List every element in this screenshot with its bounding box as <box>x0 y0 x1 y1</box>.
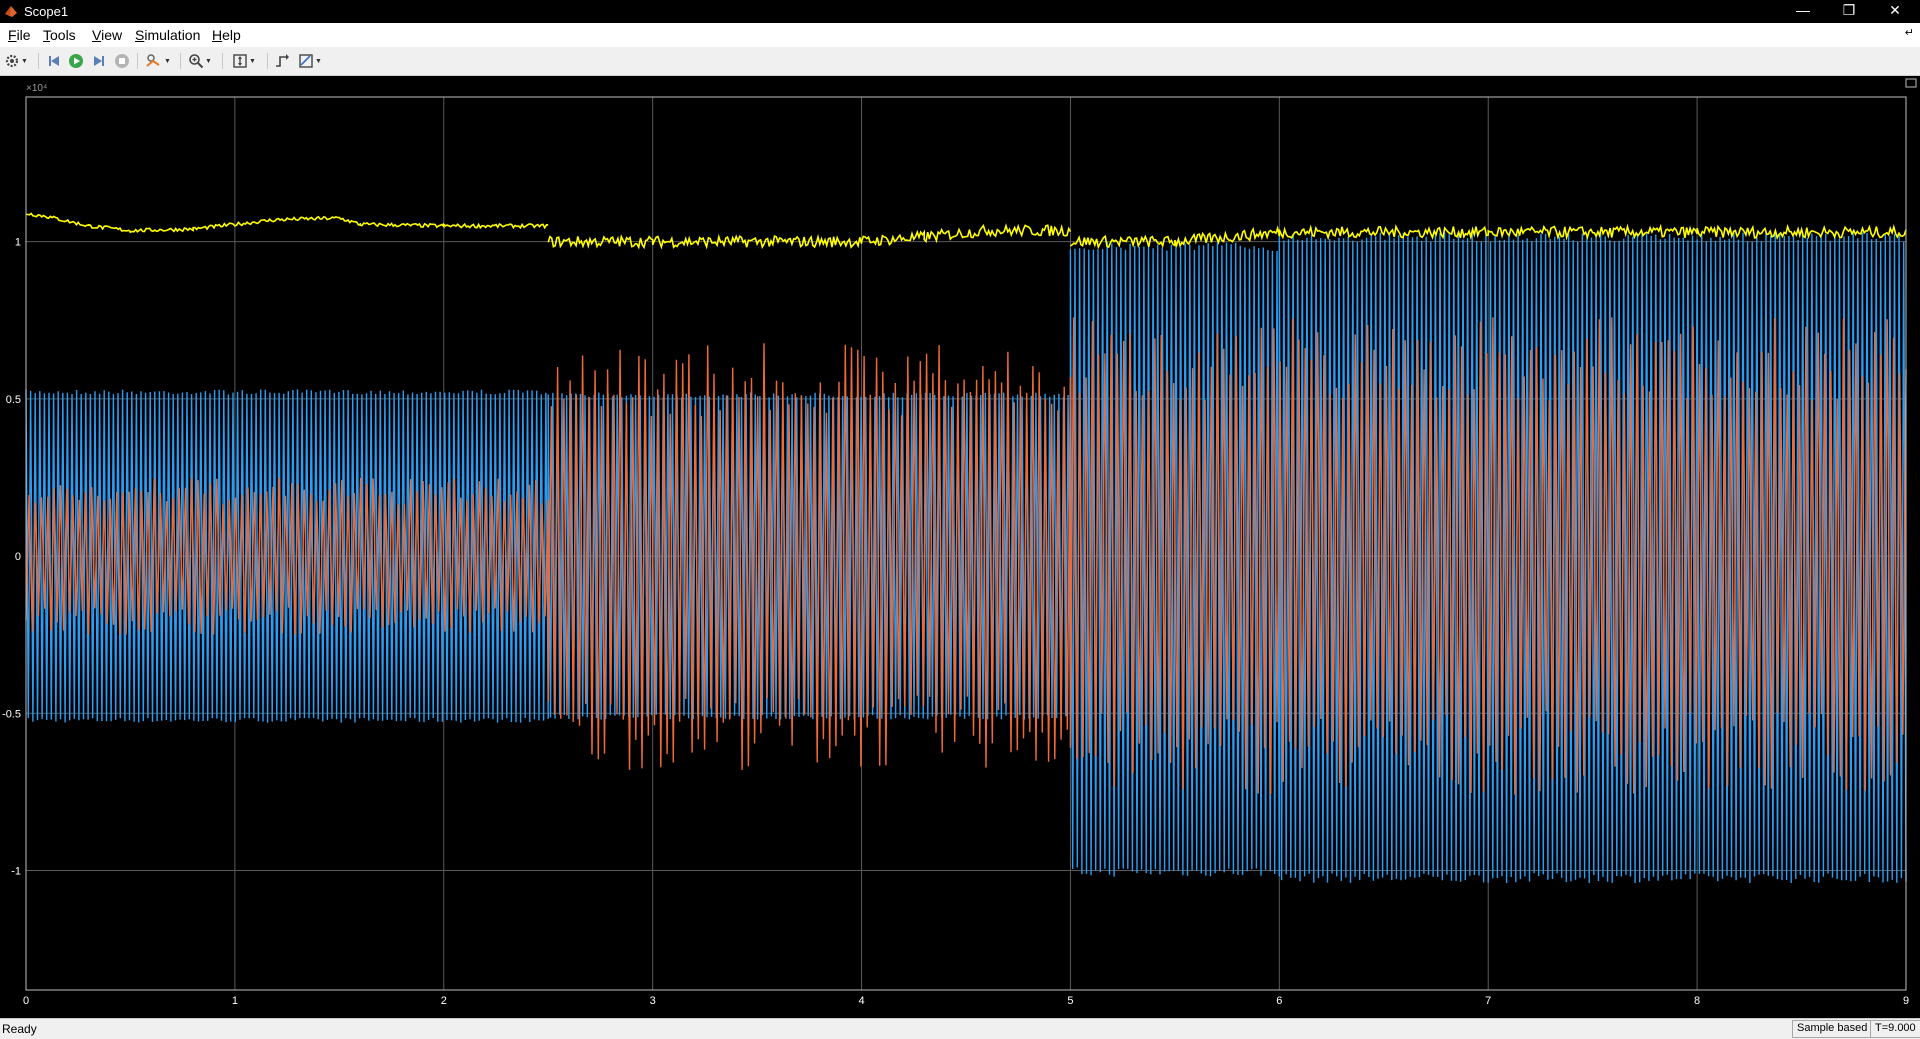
toolbar: ▼ ▼ ▼ ▼ ▼ <box>0 47 1920 76</box>
close-button[interactable]: ✕ <box>1872 0 1918 23</box>
dock-arrow-icon[interactable]: ↵ <box>1905 26 1914 39</box>
menu-tools[interactable]: Tools <box>43 27 76 43</box>
scope-display[interactable]: 0 1 2 3 4 5 6 7 8 9 1 0.5 0 -0.5 -1 ×10⁴ <box>0 76 1920 1018</box>
status-bar: Ready Sample based T=9.000 <box>0 1018 1920 1039</box>
run-button[interactable] <box>68 51 84 71</box>
menu-help[interactable]: Help <box>212 27 241 43</box>
undock-axes-icon[interactable] <box>1905 78 1917 88</box>
series-line-yellow-seg-0 <box>25 212 549 234</box>
stop-button[interactable] <box>114 51 130 71</box>
x-tick-label: 9 <box>1903 995 1909 1007</box>
x-tick-label: 5 <box>1067 995 1073 1007</box>
simulation-time: T=9.000 <box>1870 1020 1920 1038</box>
run-icon <box>69 54 83 68</box>
highlight-icon <box>146 54 160 67</box>
triggers-button[interactable] <box>274 51 290 71</box>
menu-simulation[interactable]: Simulation <box>135 27 200 43</box>
x-tick-label: 6 <box>1276 995 1282 1007</box>
menu-file[interactable]: File <box>8 27 31 43</box>
cursor-measure-icon <box>299 54 313 68</box>
x-tick-label: 4 <box>858 995 864 1007</box>
zoom-in-icon <box>189 54 204 69</box>
title-bar: Scope1 — ❐ ✕ <box>0 0 1920 23</box>
x-tick-label: 2 <box>441 995 447 1007</box>
matlab-logo-icon <box>5 6 17 17</box>
stop-icon <box>115 54 129 68</box>
y-tick-label: -0.5 <box>2 708 21 720</box>
step-back-button[interactable] <box>46 51 62 71</box>
y-tick-label: 1 <box>15 237 21 249</box>
menu-bar: File Tools View Simulation Help ↵ <box>0 23 1920 47</box>
y-tick-label: 0.5 <box>6 394 21 406</box>
sample-mode-indicator: Sample based <box>1792 1020 1873 1038</box>
cursor-measure-button[interactable]: ▼ <box>298 51 322 71</box>
x-tick-label: 8 <box>1694 995 1700 1007</box>
y-tick-label: 0 <box>15 551 21 563</box>
settings-icon <box>5 54 19 68</box>
series-line-yellow-seg-1 <box>547 223 1072 250</box>
x-tick-label: 1 <box>232 995 238 1007</box>
y-exponent-label: ×10⁴ <box>26 83 47 94</box>
step-forward-button[interactable] <box>91 51 107 71</box>
scope-plot[interactable]: 0 1 2 3 4 5 6 7 8 9 1 0.5 0 -0.5 -1 ×10⁴ <box>0 76 1920 1018</box>
step-back-icon <box>49 56 59 66</box>
x-tick-label: 7 <box>1485 995 1491 1007</box>
step-forward-icon <box>94 56 104 66</box>
scale-axes-button[interactable]: ▼ <box>232 51 256 71</box>
x-tick-label: 0 <box>23 995 29 1007</box>
scale-axes-icon <box>233 54 247 68</box>
y-tick-label: -1 <box>11 866 21 878</box>
highlight-button[interactable]: ▼ <box>145 51 171 71</box>
minimize-button[interactable]: — <box>1780 0 1826 23</box>
triggers-icon <box>276 54 289 67</box>
zoom-button[interactable]: ▼ <box>188 51 212 71</box>
window-title: Scope1 <box>24 4 69 19</box>
x-tick-label: 3 <box>650 995 656 1007</box>
menu-view[interactable]: View <box>92 27 122 43</box>
settings-button[interactable]: ▼ <box>4 51 28 71</box>
restore-button[interactable]: ❐ <box>1826 0 1872 23</box>
status-ready: Ready <box>2 1022 37 1036</box>
